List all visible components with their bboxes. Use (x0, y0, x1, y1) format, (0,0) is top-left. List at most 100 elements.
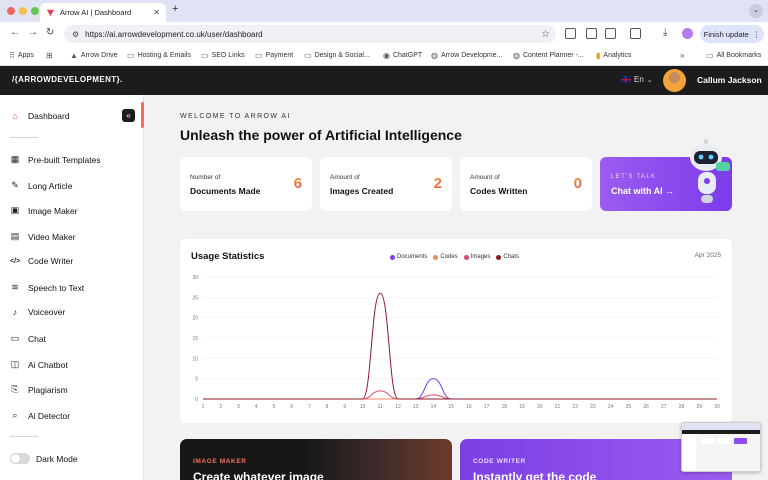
sidebar-item-ai-chatbot[interactable]: ◫ Ai Chatbot (10, 359, 68, 370)
y-tick-label: 5 (195, 377, 198, 383)
pen-icon: ✎ (11, 180, 19, 190)
folder-icon: ▭ (304, 51, 312, 60)
tab-search-button[interactable]: ⌄ (749, 4, 763, 18)
browser-tab-bar: Arrow AI | Dashboard ✕ + ⌄ (0, 0, 768, 22)
bookmark-label: Analytics (603, 52, 632, 59)
microphone-icon: ♪ (12, 307, 18, 317)
bookmark-arrow-drive[interactable]: ▲ Arrow Drive (70, 51, 117, 60)
camera-extension-icon[interactable] (586, 28, 597, 39)
bookmark-design[interactable]: ▭ Design & Social... (304, 51, 370, 60)
bookmark-label: ChatGPT (392, 52, 423, 59)
uk-flag-icon (621, 76, 631, 83)
x-tick-label: 27 (661, 404, 667, 410)
bookmark-content-planner[interactable]: ◍ Content Planner -... (513, 51, 584, 60)
bookmark-star-icon[interactable]: ☆ (541, 29, 550, 40)
stat-big-label: Codes Written (470, 186, 528, 196)
x-tick-label: 22 (572, 404, 578, 410)
close-window-button[interactable] (7, 7, 15, 15)
toggle-knob (11, 454, 20, 463)
stat-big-label: Images Created (330, 186, 394, 196)
bookmark-all[interactable]: ▭ All Bookmarks (706, 51, 761, 60)
language-selector[interactable]: En ⌄ (621, 75, 653, 84)
logo[interactable]: /{ARROWDEVELOPMENT}. (12, 75, 123, 84)
sidebar-item-chat[interactable]: ▭ Chat (10, 333, 46, 344)
x-tick-label: 10 (360, 404, 366, 410)
new-tab-button[interactable]: + (172, 3, 178, 15)
talk-small-label: LET'S TALK (611, 174, 657, 180)
sidebar-item-code-writer[interactable]: </> Code Writer (10, 256, 73, 266)
folder-icon: ▭ (201, 51, 209, 60)
bookmarks-bar: ⠿ Apps ⊞ ▲ Arrow Drive ▭ Hosting & Emails ▭… (0, 46, 768, 66)
stat-value: 0 (573, 175, 582, 192)
folder-icon: ▭ (255, 51, 263, 60)
stat-card-codes: Amount of Codes Written 0 (460, 157, 592, 211)
download-icon[interactable]: ⤓ (663, 27, 667, 38)
x-tick-label: 15 (448, 404, 454, 410)
x-tick-label: 8 (326, 404, 329, 410)
bookmark-label: SEO Links (211, 52, 245, 59)
sidebar-item-label: Long Article (28, 180, 73, 191)
puzzle-extension-icon[interactable] (605, 28, 616, 39)
drive-icon: ▲ (70, 51, 78, 60)
finish-update-button[interactable]: Finish update ⋮ (700, 25, 764, 43)
bookmark-analytics[interactable]: ▮ Analytics (596, 51, 631, 60)
sidebar-item-label: Video Maker (28, 231, 76, 242)
x-tick-label: 17 (484, 404, 490, 410)
sidebar-item-voiceover[interactable]: ♪ Voiceover (10, 307, 66, 317)
sidebar-item-long-article[interactable]: ✎ Long Article (10, 180, 72, 191)
browser-profile-avatar[interactable] (682, 28, 693, 39)
x-tick-label: 6 (290, 404, 293, 410)
forward-arrow-icon[interactable]: → (28, 27, 38, 38)
image-maker-promo-card[interactable]: IMAGE MAKER Create whatever image (180, 439, 452, 480)
bookmark-label: Arrow Drive (80, 52, 118, 59)
folder-icon: ▭ (706, 51, 714, 60)
maximize-window-button[interactable] (31, 7, 39, 15)
sidebar-item-label: Chat (28, 333, 46, 344)
bookmark-chatgpt[interactable]: ◉ ChatGPT (383, 51, 422, 60)
sidebar-item-dashboard[interactable]: ⌂ Dashboard (10, 111, 70, 121)
back-arrow-icon[interactable]: ← (10, 27, 20, 38)
dark-mode-toggle[interactable] (10, 453, 30, 464)
tab-close-icon[interactable]: ✕ (153, 8, 160, 17)
sidebar-item-speech-to-text[interactable]: ≋ Speech to Text (10, 282, 84, 293)
stat-value: 6 (293, 175, 302, 192)
y-tick-label: 30 (192, 275, 198, 281)
y-tick-label: 15 (192, 336, 198, 342)
user-avatar[interactable] (663, 69, 686, 92)
stat-small-label: Number of (190, 174, 221, 181)
sidebar-item-video-maker[interactable]: ▤ Video Maker (10, 231, 76, 242)
promo-title: Instantly get the code (473, 470, 597, 480)
address-bar[interactable]: ⚙ https://ai.arrowdevelopment.co.uk/user… (64, 25, 556, 43)
stat-small-label: Amount of (330, 174, 360, 181)
bookmark-hosting[interactable]: ▭ Hosting & Emails (127, 51, 191, 60)
sidebar-item-label: Dashboard (28, 111, 70, 121)
sidebar-item-image-maker[interactable]: ▣ Image Maker (10, 205, 78, 216)
bookmark-payment[interactable]: ▭ Payment (255, 51, 293, 60)
bookmarks-overflow-button[interactable]: » (680, 51, 684, 60)
finish-update-label: Finish update (703, 29, 749, 39)
reload-icon[interactable]: ↻ (46, 27, 54, 38)
user-name[interactable]: Callum Jackson (697, 75, 762, 85)
bookmark-tab-groups[interactable]: ⊞ (46, 51, 53, 60)
bookmark-apps[interactable]: ⠿ Apps (9, 51, 34, 60)
dark-mode-text: Dark Mode (36, 454, 78, 464)
printer-icon[interactable] (630, 28, 641, 39)
chat-icon: ▭ (10, 333, 20, 343)
sidebar-item-templates[interactable]: ▦ Pre-built Templates (10, 154, 101, 165)
sidebar-item-label: Pre-built Templates (28, 154, 101, 165)
screenshot-thumbnail-preview[interactable] (681, 422, 761, 472)
minimize-window-button[interactable] (19, 7, 27, 15)
bookmark-arrow-dev[interactable]: ◍ Arrow Developme... (431, 51, 502, 60)
active-item-indicator (141, 102, 144, 128)
y-tick-label: 25 (192, 295, 198, 301)
site-settings-icon[interactable]: ⚙ (72, 30, 79, 39)
x-tick-label: 26 (643, 404, 649, 410)
bookmark-seo[interactable]: ▭ SEO Links (201, 51, 245, 60)
sidebar-item-ai-detector[interactable]: ⌕ Ai Detector (10, 410, 70, 421)
detector-icon: ⌕ (12, 410, 18, 420)
sidebar-item-label: Image Maker (28, 205, 78, 216)
browser-tab[interactable]: Arrow AI | Dashboard ✕ (40, 3, 166, 22)
image-extension-icon[interactable] (565, 28, 576, 39)
sidebar-item-plagiarism[interactable]: ⎘ Plagiarism (10, 384, 67, 395)
collapse-sidebar-button[interactable]: « (122, 109, 135, 122)
